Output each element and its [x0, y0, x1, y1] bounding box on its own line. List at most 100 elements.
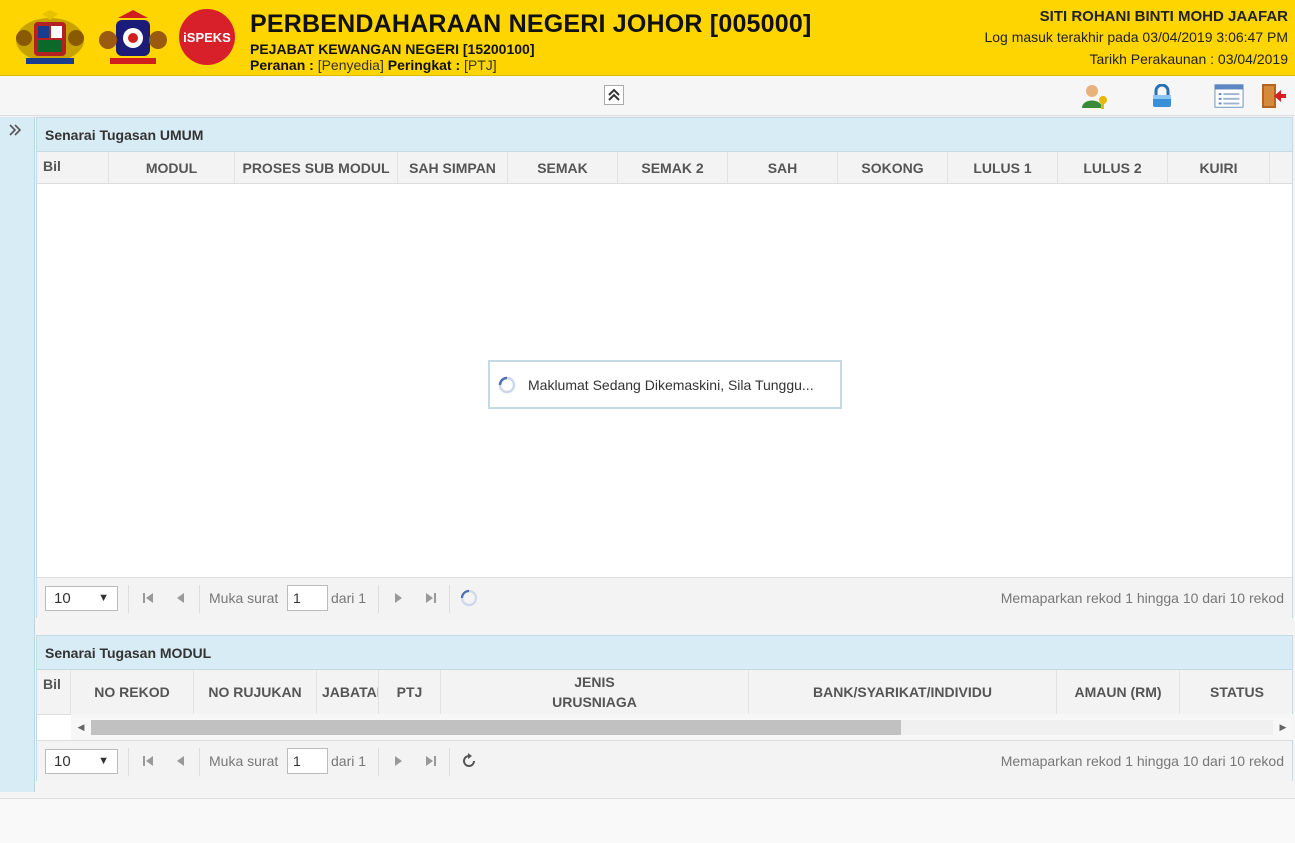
last-page-icon	[426, 756, 436, 766]
panel-tugasan-modul: Senarai Tugasan MODUL Bil NO REKOD NO RU…	[36, 635, 1293, 781]
user-key-icon	[1082, 85, 1107, 109]
col-sah-simpan[interactable]: SAH SIMPAN	[398, 152, 508, 183]
refresh-button[interactable]	[460, 752, 478, 770]
col-semak[interactable]: SEMAK	[508, 152, 618, 183]
col-sokong[interactable]: SOKONG	[838, 152, 948, 183]
col-bank-syarikat-individu[interactable]: BANK/SYARIKAT/INDIVIDU	[749, 670, 1057, 714]
scroll-left-icon[interactable]: ◀	[73, 720, 89, 735]
pager-separator	[378, 748, 379, 776]
next-page-icon	[395, 593, 402, 603]
col-jabatan[interactable]: JABATAN	[317, 670, 379, 714]
col-status[interactable]: STATUS	[1180, 670, 1294, 714]
user-info: SITI ROHANI BINTI MOHD JAAFAR Log masuk …	[984, 8, 1288, 70]
page-label: Muka surat	[209, 753, 279, 769]
panel-tugasan-umum: Senarai Tugasan UMUM Bil MODUL PROSES SU…	[36, 117, 1293, 618]
pager-separator	[128, 748, 129, 776]
refresh-icon	[463, 753, 475, 767]
last-login: Log masuk terakhir pada 03/04/2019 3:06:…	[984, 29, 1288, 45]
refresh-button[interactable]	[460, 589, 478, 607]
ispeks-logo: iSPEKS	[175, 9, 239, 65]
list-icon	[1214, 84, 1244, 108]
next-page-button[interactable]	[391, 752, 405, 770]
dropdown-arrow-icon: ▼	[98, 755, 109, 767]
pager-separator	[378, 585, 379, 613]
office-name: PEJABAT KEWANGAN NEGERI [15200100]	[250, 41, 535, 57]
col-modul[interactable]: MODUL	[109, 152, 235, 183]
loading-spinner-icon	[498, 376, 516, 393]
level-label: Peringkat :	[387, 57, 461, 73]
page-total: dari 1	[331, 753, 367, 769]
prev-page-icon	[177, 756, 184, 766]
change-password-button[interactable]	[1147, 82, 1177, 110]
col-no-rekod[interactable]: NO REKOD	[71, 670, 194, 714]
scroll-thumb[interactable]	[91, 720, 901, 735]
level-value: [PTJ]	[464, 57, 497, 73]
first-page-button[interactable]	[141, 589, 155, 607]
loading-message: Maklumat Sedang Dikemaskini, Sila Tunggu…	[488, 360, 842, 409]
records-info: Memaparkan rekod 1 hingga 10 dari 10 rek…	[1000, 753, 1284, 769]
dropdown-arrow-icon: ▼	[98, 592, 109, 604]
modul-grid-header: Bil NO REKOD NO RUJUKAN JABATAN PTJ JENI…	[37, 670, 1292, 715]
page-label: Muka surat	[209, 590, 279, 606]
horizontal-scrollbar[interactable]: ◀ ▶	[71, 714, 1293, 740]
next-page-icon	[395, 756, 402, 766]
panel-modul-title: Senarai Tugasan MODUL	[37, 636, 1292, 670]
first-page-button[interactable]	[141, 752, 155, 770]
first-page-icon	[143, 756, 153, 766]
last-page-button[interactable]	[424, 752, 438, 770]
logout-icon	[1262, 84, 1286, 108]
col-bil[interactable]: Bil	[37, 670, 71, 714]
col-urusniaga-line: URUSNIAGA	[552, 694, 637, 710]
page-title: PERBENDAHARAAN NEGERI JOHOR [005000]	[250, 10, 812, 38]
prev-page-button[interactable]	[174, 589, 188, 607]
last-page-icon	[426, 593, 436, 603]
pager-separator	[449, 748, 450, 776]
modul-pager: 10 ▼ Muka surat 1 dari 1 Memaparkan reko…	[37, 740, 1292, 781]
col-kuiri[interactable]: KUIRI	[1168, 152, 1270, 183]
chevron-double-up-icon	[608, 88, 620, 101]
records-info: Memaparkan rekod 1 hingga 10 dari 10 rek…	[1000, 590, 1284, 606]
col-lulus-1[interactable]: LULUS 1	[948, 152, 1058, 183]
pager-separator	[199, 585, 200, 613]
user-profile-button[interactable]	[1080, 82, 1110, 110]
pager-separator	[128, 585, 129, 613]
page-size-select[interactable]: 10 ▼	[45, 749, 118, 774]
panel-umum-title: Senarai Tugasan UMUM	[37, 118, 1292, 152]
col-jenis-line: JENIS	[574, 674, 615, 690]
loading-spinner-icon	[460, 589, 478, 607]
col-sah[interactable]: SAH	[728, 152, 838, 183]
page-number-input[interactable]: 1	[287, 585, 328, 611]
collapse-header-button[interactable]	[604, 85, 624, 105]
page-total: dari 1	[331, 590, 367, 606]
prev-page-button[interactable]	[174, 752, 188, 770]
col-bil[interactable]: Bil	[37, 152, 109, 183]
toolbar	[0, 76, 1295, 116]
app-header: iSPEKS PERBENDAHARAAN NEGERI JOHOR [0050…	[0, 0, 1295, 76]
expand-sidebar-button[interactable]	[8, 123, 22, 142]
col-proses-sub-modul[interactable]: PROSES SUB MODUL	[235, 152, 398, 183]
col-jenis-urusniaga[interactable]: JENIS URUSNIAGA	[441, 670, 749, 714]
umum-grid-header: Bil MODUL PROSES SUB MODUL SAH SIMPAN SE…	[37, 152, 1292, 184]
chevron-double-right-icon	[9, 124, 22, 136]
accounting-date: Tarikh Perakaunan : 03/04/2019	[1089, 51, 1288, 67]
last-page-button[interactable]	[424, 589, 438, 607]
col-amaun[interactable]: AMAUN (RM)	[1057, 670, 1180, 714]
col-semak-2[interactable]: SEMAK 2	[618, 152, 728, 183]
next-page-button[interactable]	[391, 589, 405, 607]
page-size-select[interactable]: 10 ▼	[45, 586, 118, 611]
prev-page-icon	[177, 593, 184, 603]
col-ptj[interactable]: PTJ	[379, 670, 441, 714]
role-value: [Penyedia]	[317, 57, 384, 73]
pager-separator	[449, 585, 450, 613]
malaysia-coat-of-arms-logo	[12, 8, 88, 68]
first-page-icon	[143, 593, 153, 603]
col-lulus-2[interactable]: LULUS 2	[1058, 152, 1168, 183]
logout-button[interactable]	[1258, 82, 1288, 110]
scroll-right-icon[interactable]: ▶	[1275, 720, 1291, 735]
page-size-value: 10	[54, 590, 71, 607]
role-line: Peranan : [Penyedia] Peringkat : [PTJ]	[250, 57, 497, 73]
menu-list-button[interactable]	[1214, 82, 1244, 110]
page-number-input[interactable]: 1	[287, 748, 328, 774]
side-rail	[0, 117, 35, 792]
col-no-rujukan[interactable]: NO RUJUKAN	[194, 670, 317, 714]
